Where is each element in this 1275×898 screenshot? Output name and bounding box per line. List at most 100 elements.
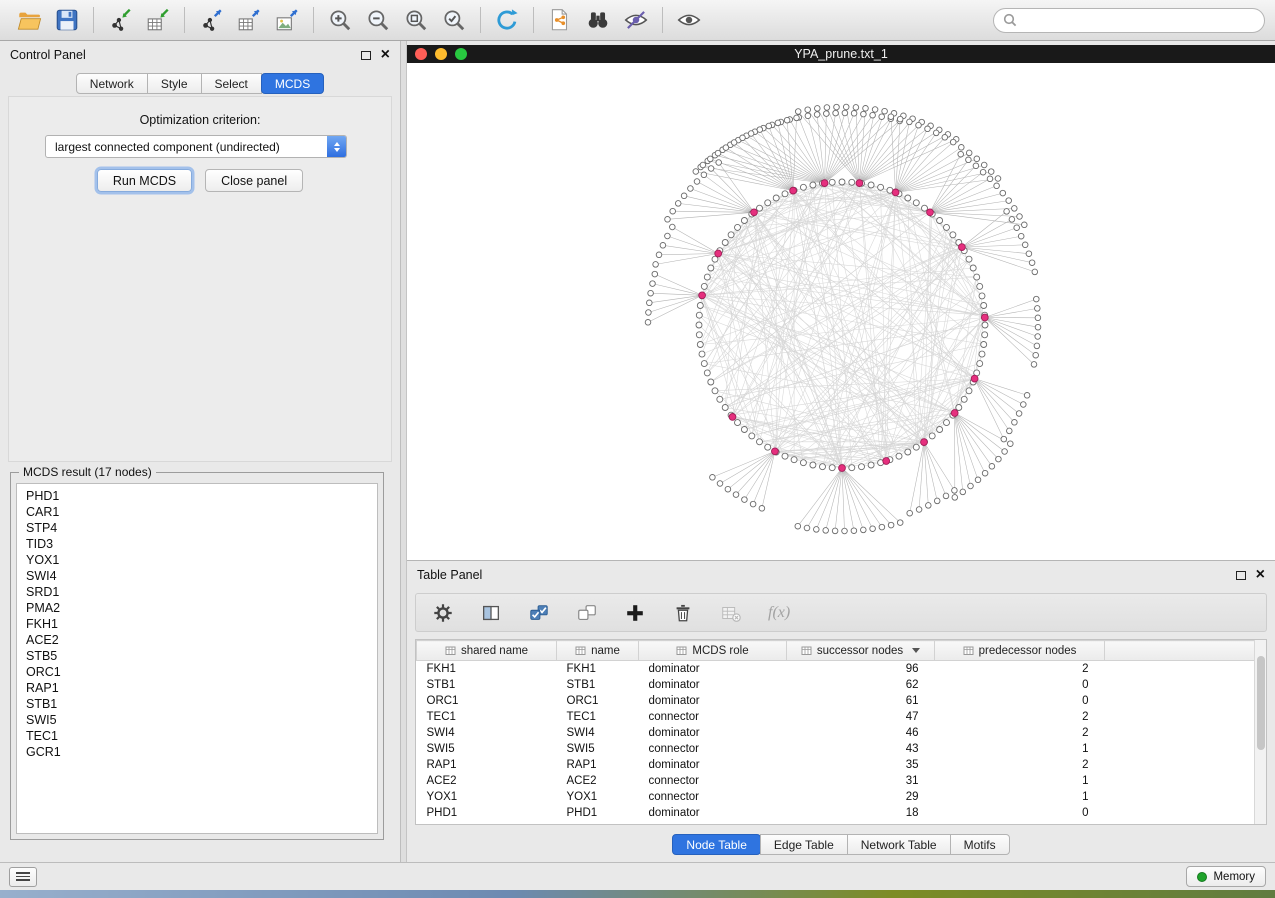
window-minimize-icon[interactable] bbox=[435, 48, 447, 60]
tab-mcds[interactable]: MCDS bbox=[261, 73, 324, 94]
cell-name[interactable]: ORC1 bbox=[557, 693, 639, 709]
zoom-fit-button[interactable] bbox=[397, 3, 435, 37]
column-shared-name[interactable]: shared name bbox=[417, 641, 557, 661]
window-close-icon[interactable] bbox=[415, 48, 427, 60]
cell-name[interactable]: RAP1 bbox=[557, 757, 639, 773]
tab-motifs[interactable]: Motifs bbox=[950, 834, 1010, 855]
column-successor-nodes[interactable]: successor nodes bbox=[787, 641, 935, 661]
network-canvas[interactable] bbox=[407, 63, 1275, 560]
search-network-button[interactable] bbox=[579, 3, 617, 37]
cell-name[interactable]: SWI5 bbox=[557, 741, 639, 757]
scrollbar-thumb[interactable] bbox=[1257, 656, 1265, 750]
import-network-button[interactable] bbox=[101, 3, 139, 37]
show-columns-icon[interactable] bbox=[480, 602, 502, 624]
mcds-result-item[interactable]: GCR1 bbox=[17, 744, 377, 760]
tab-select[interactable]: Select bbox=[201, 73, 262, 94]
cell-name[interactable]: PHD1 bbox=[557, 805, 639, 821]
cell-shared-name[interactable]: ACE2 bbox=[417, 773, 557, 789]
mcds-result-item[interactable]: SWI5 bbox=[17, 712, 377, 728]
cell-name[interactable]: SWI4 bbox=[557, 725, 639, 741]
cell-predecessor-nodes[interactable]: 1 bbox=[935, 789, 1105, 805]
table-row[interactable]: RAP1RAP1dominator352 bbox=[417, 757, 1266, 773]
cell-predecessor-nodes[interactable]: 0 bbox=[935, 805, 1105, 821]
table-row[interactable]: FKH1FKH1dominator962 bbox=[417, 661, 1266, 677]
cell-successor-nodes[interactable]: 47 bbox=[787, 709, 935, 725]
search-input[interactable] bbox=[1023, 12, 1255, 28]
cell-successor-nodes[interactable]: 35 bbox=[787, 757, 935, 773]
mcds-result-item[interactable]: ORC1 bbox=[17, 664, 377, 680]
close-panel-button[interactable]: Close panel bbox=[205, 169, 303, 192]
cell-mcds-role[interactable]: connector bbox=[639, 773, 787, 789]
mcds-result-item[interactable]: TID3 bbox=[17, 536, 377, 552]
panel-menu-button[interactable] bbox=[9, 867, 37, 887]
cell-shared-name[interactable]: SWI5 bbox=[417, 741, 557, 757]
run-mcds-button[interactable]: Run MCDS bbox=[97, 169, 192, 192]
cell-successor-nodes[interactable]: 43 bbox=[787, 741, 935, 757]
mcds-result-item[interactable]: STP4 bbox=[17, 520, 377, 536]
tab-network[interactable]: Network bbox=[76, 73, 148, 94]
mcds-result-list[interactable]: PHD1CAR1STP4TID3YOX1SWI4SRD1PMA2FKH1ACE2… bbox=[16, 483, 378, 834]
close-panel-icon[interactable]: × bbox=[1256, 569, 1265, 581]
mcds-result-item[interactable]: TEC1 bbox=[17, 728, 377, 744]
table-row[interactable]: YOX1YOX1connector291 bbox=[417, 789, 1266, 805]
export-image-button[interactable] bbox=[268, 3, 306, 37]
cell-successor-nodes[interactable]: 31 bbox=[787, 773, 935, 789]
cell-mcds-role[interactable]: connector bbox=[639, 789, 787, 805]
open-file-button[interactable] bbox=[10, 3, 48, 37]
table-row[interactable]: SWI5SWI5connector431 bbox=[417, 741, 1266, 757]
cell-mcds-role[interactable]: dominator bbox=[639, 757, 787, 773]
cell-predecessor-nodes[interactable]: 0 bbox=[935, 677, 1105, 693]
cell-shared-name[interactable]: ORC1 bbox=[417, 693, 557, 709]
cell-predecessor-nodes[interactable]: 2 bbox=[935, 709, 1105, 725]
export-table-button[interactable] bbox=[230, 3, 268, 37]
cell-shared-name[interactable]: YOX1 bbox=[417, 789, 557, 805]
mcds-result-item[interactable]: STB1 bbox=[17, 696, 377, 712]
mcds-result-item[interactable]: RAP1 bbox=[17, 680, 377, 696]
cell-name[interactable]: STB1 bbox=[557, 677, 639, 693]
table-row[interactable]: ACE2ACE2connector311 bbox=[417, 773, 1266, 789]
cell-predecessor-nodes[interactable]: 0 bbox=[935, 693, 1105, 709]
mcds-result-item[interactable]: PMA2 bbox=[17, 600, 377, 616]
cell-name[interactable]: ACE2 bbox=[557, 773, 639, 789]
show-hide-graphics-button[interactable] bbox=[617, 3, 655, 37]
cell-mcds-role[interactable]: dominator bbox=[639, 805, 787, 821]
mcds-result-item[interactable]: SRD1 bbox=[17, 584, 377, 600]
table-row[interactable]: ORC1ORC1dominator610 bbox=[417, 693, 1266, 709]
cell-successor-nodes[interactable]: 18 bbox=[787, 805, 935, 821]
cell-mcds-role[interactable]: connector bbox=[639, 741, 787, 757]
close-panel-icon[interactable]: × bbox=[381, 49, 390, 61]
table-vertical-scrollbar[interactable] bbox=[1254, 640, 1266, 824]
cell-shared-name[interactable]: TEC1 bbox=[417, 709, 557, 725]
search-box[interactable] bbox=[993, 8, 1265, 33]
table-row[interactable]: PHD1PHD1dominator180 bbox=[417, 805, 1266, 821]
tab-node-table[interactable]: Node Table bbox=[672, 834, 761, 855]
cell-name[interactable]: TEC1 bbox=[557, 709, 639, 725]
cell-predecessor-nodes[interactable]: 1 bbox=[935, 773, 1105, 789]
cell-successor-nodes[interactable]: 46 bbox=[787, 725, 935, 741]
cell-name[interactable]: YOX1 bbox=[557, 789, 639, 805]
cell-mcds-role[interactable]: dominator bbox=[639, 725, 787, 741]
table-row[interactable]: SWI4SWI4dominator462 bbox=[417, 725, 1266, 741]
export-network-button[interactable] bbox=[192, 3, 230, 37]
save-session-button[interactable] bbox=[48, 3, 86, 37]
add-column-icon[interactable] bbox=[624, 602, 646, 624]
zoom-in-button[interactable] bbox=[321, 3, 359, 37]
cell-predecessor-nodes[interactable]: 2 bbox=[935, 757, 1105, 773]
mcds-result-item[interactable]: CAR1 bbox=[17, 504, 377, 520]
cell-shared-name[interactable]: FKH1 bbox=[417, 661, 557, 677]
cell-name[interactable]: FKH1 bbox=[557, 661, 639, 677]
delete-column-icon[interactable] bbox=[672, 602, 694, 624]
network-window-titlebar[interactable]: YPA_prune.txt_1 bbox=[407, 45, 1275, 63]
mcds-result-item[interactable]: STB5 bbox=[17, 648, 377, 664]
float-panel-icon[interactable] bbox=[1236, 571, 1246, 580]
cell-predecessor-nodes[interactable]: 2 bbox=[935, 661, 1105, 677]
column-predecessor-nodes[interactable]: predecessor nodes bbox=[935, 641, 1105, 661]
cell-mcds-role[interactable]: dominator bbox=[639, 677, 787, 693]
cell-predecessor-nodes[interactable]: 1 bbox=[935, 741, 1105, 757]
zoom-out-button[interactable] bbox=[359, 3, 397, 37]
window-maximize-icon[interactable] bbox=[455, 48, 467, 60]
mcds-result-item[interactable]: PHD1 bbox=[17, 488, 377, 504]
cell-successor-nodes[interactable]: 61 bbox=[787, 693, 935, 709]
cell-shared-name[interactable]: RAP1 bbox=[417, 757, 557, 773]
criterion-dropdown[interactable]: largest connected component (undirected) bbox=[45, 135, 347, 158]
